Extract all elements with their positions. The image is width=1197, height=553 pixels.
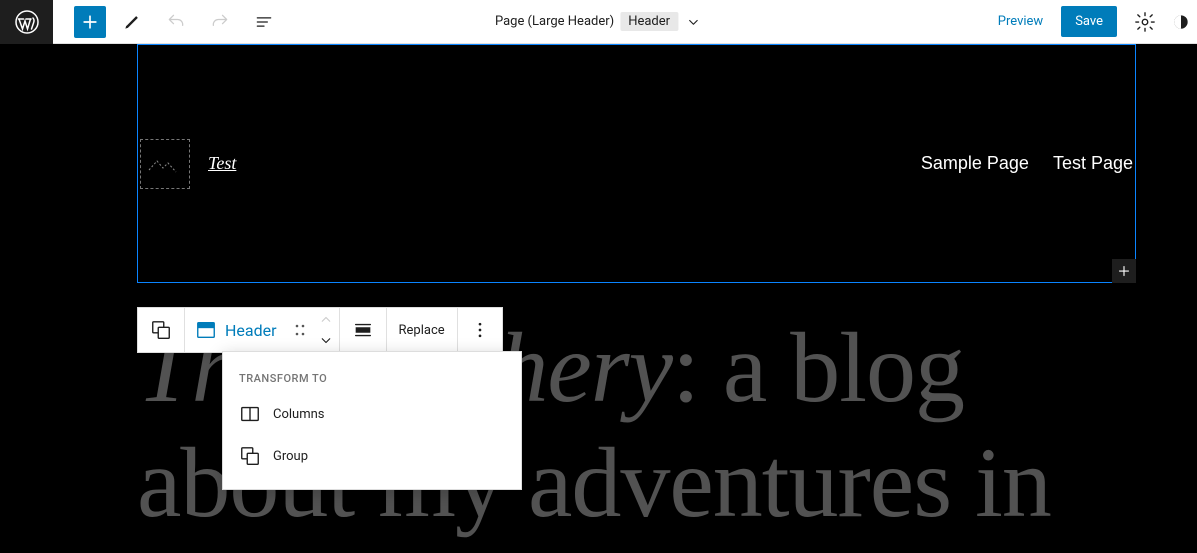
chevron-up-icon — [317, 313, 335, 325]
move-controls — [313, 308, 339, 352]
add-block-button[interactable] — [74, 6, 106, 38]
drag-handle-icon — [293, 320, 307, 340]
move-down-button[interactable] — [317, 330, 335, 352]
image-placeholder-icon — [147, 154, 183, 174]
redo-button[interactable] — [202, 4, 238, 40]
undo-button[interactable] — [158, 4, 194, 40]
page-title: Page (Large Header) — [495, 14, 614, 29]
transform-item-label: Columns — [273, 407, 325, 422]
wp-logo-button[interactable] — [0, 0, 53, 44]
header-inner-row: Test Sample Page Test Page — [138, 139, 1135, 189]
navigation-menu: Sample Page Test Page — [921, 153, 1135, 174]
more-vertical-icon — [470, 320, 490, 340]
pencil-icon — [122, 12, 142, 32]
edit-mode-button[interactable] — [114, 4, 150, 40]
settings-button[interactable] — [1127, 4, 1163, 40]
nav-link-sample-page[interactable]: Sample Page — [921, 153, 1029, 174]
transform-item-label: Group — [273, 449, 308, 464]
append-block-button[interactable] — [1112, 259, 1136, 283]
undo-icon — [166, 12, 186, 32]
wordpress-icon — [15, 10, 39, 34]
site-logo-placeholder[interactable] — [140, 139, 190, 189]
replace-section: Replace — [387, 308, 458, 352]
toolbar-left-group — [53, 4, 282, 40]
header-template-part[interactable]: Test Sample Page Test Page — [137, 44, 1136, 283]
block-toolbar: Header Replace — [137, 307, 503, 353]
move-up-button[interactable] — [317, 308, 335, 330]
block-type-section: Header — [185, 308, 340, 352]
preview-button[interactable]: Preview — [990, 8, 1051, 35]
columns-icon — [239, 403, 261, 425]
drag-handle[interactable] — [287, 320, 313, 340]
styles-button[interactable] — [1173, 4, 1189, 40]
editor-top-toolbar: Page (Large Header) Header Preview Save — [0, 0, 1197, 44]
editor-canvas: Test Sample Page Test Page — [0, 44, 1197, 283]
transform-title: TRANSFORM TO — [223, 362, 521, 393]
save-button[interactable]: Save — [1061, 6, 1117, 37]
select-parent-button[interactable] — [138, 308, 184, 352]
transform-dropdown: TRANSFORM TO Columns Group — [222, 351, 522, 490]
document-title-area[interactable]: Page (Large Header) Header — [495, 12, 702, 31]
block-name-label: Header — [225, 321, 277, 340]
chevron-down-icon — [317, 335, 335, 347]
list-view-icon — [254, 12, 274, 32]
group-icon — [239, 445, 261, 467]
toolbar-right-group: Preview Save — [990, 4, 1197, 40]
template-part-badge: Header — [620, 12, 678, 31]
list-view-button[interactable] — [246, 4, 282, 40]
header-block-icon — [195, 319, 217, 341]
gear-icon — [1134, 11, 1156, 33]
plus-icon — [80, 12, 100, 32]
parent-selector-section — [138, 308, 185, 352]
plus-icon — [1115, 262, 1133, 280]
group-icon — [150, 319, 172, 341]
align-full-icon — [352, 319, 374, 341]
replace-button[interactable]: Replace — [387, 308, 457, 352]
transform-to-group[interactable]: Group — [223, 435, 521, 477]
contrast-icon — [1173, 11, 1189, 33]
more-options-button[interactable] — [458, 308, 502, 352]
block-switcher-button[interactable]: Header — [185, 308, 287, 352]
chevron-down-icon — [684, 13, 702, 31]
more-section — [458, 308, 502, 352]
transform-to-columns[interactable]: Columns — [223, 393, 521, 435]
site-title-link[interactable]: Test — [208, 153, 236, 174]
align-section — [340, 308, 387, 352]
nav-link-test-page[interactable]: Test Page — [1053, 153, 1133, 174]
redo-icon — [210, 12, 230, 32]
align-button[interactable] — [340, 308, 386, 352]
